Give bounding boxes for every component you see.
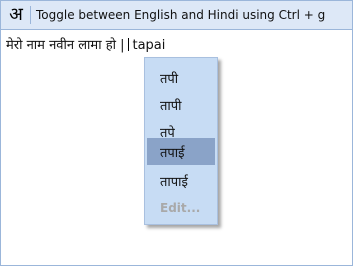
suggestion-item-1[interactable]: तपी — [147, 64, 215, 91]
hindi-input-widget: अ Toggle between English and Hindi using… — [0, 0, 353, 266]
toolbar: अ Toggle between English and Hindi using… — [1, 1, 352, 30]
transliteration-suggestions-menu: तपी तापी तपे तपाई तापाई Edit... — [144, 57, 218, 225]
suggestion-item-2[interactable]: तापी — [147, 91, 215, 118]
toggle-hint-text: Toggle between English and Hindi using C… — [36, 8, 326, 22]
editor-line: मेरो नाम नवीन लामा हो | tapai — [6, 38, 165, 54]
pending-word: tapai — [132, 38, 166, 53]
suggestion-item-5[interactable]: तापाई — [147, 167, 215, 194]
committed-text: मेरो नाम नवीन लामा हो | — [6, 38, 125, 53]
language-toggle-button[interactable]: अ — [5, 4, 27, 26]
edit-menu-item: Edit... — [160, 200, 201, 215]
toolbar-divider — [30, 6, 31, 24]
suggestion-item-4-selected[interactable]: तपाई — [147, 138, 215, 165]
text-caret — [128, 38, 130, 51]
